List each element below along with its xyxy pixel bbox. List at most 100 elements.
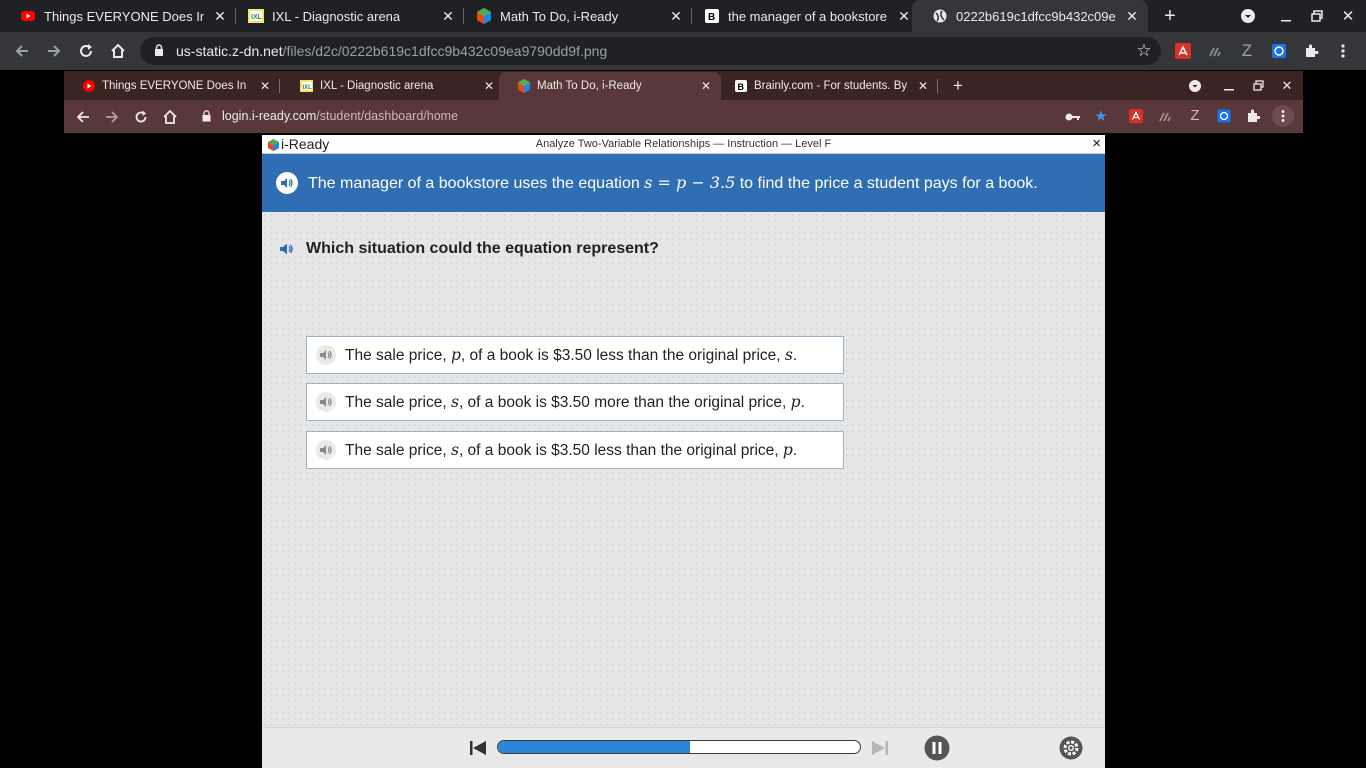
puzzle-icon[interactable]	[1245, 108, 1261, 124]
close-icon[interactable]: ✕	[699, 79, 713, 93]
choice-variable: s	[784, 345, 793, 364]
iready-icon	[476, 8, 492, 24]
outer-tab-iready[interactable]: Math To Do, i-Ready ✕	[456, 0, 692, 32]
tab-search-icon[interactable]	[1187, 71, 1203, 100]
new-tab-button[interactable]: +	[950, 71, 966, 100]
pdf-extension-icon[interactable]	[1128, 108, 1144, 124]
tab-title: Math To Do, i-Ready	[500, 8, 619, 24]
tab-separator	[937, 79, 938, 93]
progress-bar[interactable]	[497, 740, 861, 754]
choice-text-c: .	[800, 393, 805, 411]
reload-icon[interactable]	[132, 108, 150, 126]
star-icon[interactable]: ☆	[1134, 41, 1154, 60]
answer-choice-1[interactable]: The sale price, p, of a book is $3.50 le…	[306, 336, 844, 374]
close-icon[interactable]: ✕	[212, 8, 228, 24]
svg-text:IXL: IXL	[251, 14, 263, 21]
tab-title: Things EVERYONE Does In Scho	[102, 80, 250, 92]
ixl-icon: IXL	[248, 8, 264, 24]
address-bar[interactable]: us-static.z-dn.net/files/d2c/0222b619c1d…	[140, 37, 1161, 65]
tab-title: Brainly.com - For students. By st	[754, 80, 908, 92]
restore-icon[interactable]	[1250, 71, 1266, 100]
zotero-icon[interactable]: Z	[1238, 41, 1256, 60]
choice-text-b: , of a book is $3.50 more than the origi…	[458, 393, 791, 411]
home-icon[interactable]	[161, 108, 179, 126]
answer-choice-2[interactable]: The sale price, s, of a book is $3.50 mo…	[306, 383, 844, 421]
embedded-screenshot: Things EVERYONE Does In Scho ✕ IXL IXL -…	[64, 71, 1303, 768]
outer-tab-ixl[interactable]: IXL IXL - Diagnostic arena ✕	[228, 0, 464, 32]
puzzle-icon[interactable]	[1302, 42, 1320, 60]
inner-tab-ixl[interactable]: IXL IXL - Diagnostic arena ✕	[282, 72, 504, 100]
speaker-icon[interactable]	[276, 172, 298, 194]
window-close-icon[interactable]: ✕	[1279, 71, 1295, 100]
pause-icon[interactable]	[924, 735, 950, 761]
close-icon[interactable]: ✕	[258, 79, 272, 93]
svg-text:B: B	[737, 82, 744, 92]
outer-tab-youtube[interactable]: Things EVERYONE Does In Sch ✕	[0, 0, 236, 32]
choice-variable: p	[790, 392, 801, 411]
inner-tab-youtube[interactable]: Things EVERYONE Does In Scho ✕	[64, 72, 280, 100]
close-icon[interactable]: ✕	[1124, 8, 1140, 24]
star-icon[interactable]: ★	[1092, 107, 1110, 125]
outer-toolbar: us-static.z-dn.net/files/d2c/0222b619c1d…	[0, 32, 1366, 70]
screen-capture-icon[interactable]	[1216, 108, 1232, 124]
speaker-icon[interactable]	[316, 345, 336, 365]
choice-text: The sale price, s, of a book is $3.50 le…	[345, 441, 797, 460]
lesson-title: Analyze Two-Variable Relationships — Ins…	[535, 138, 832, 150]
outer-tab-image[interactable]: 0222b619c1dfcc9b432c09ea ✕	[912, 0, 1148, 32]
choice-text-a: The sale price,	[345, 393, 451, 411]
minimize-icon[interactable]	[1221, 71, 1237, 100]
tab-title: Math To Do, i-Ready	[537, 80, 642, 92]
iready-icon	[517, 79, 530, 93]
settings-gear-icon[interactable]	[1058, 735, 1084, 761]
inner-tab-brainly[interactable]: B Brainly.com - For students. By st ✕	[716, 72, 938, 100]
outer-tab-brainly[interactable]: B the manager of a bookstore us ✕	[684, 0, 920, 32]
back-arrow-icon[interactable]	[12, 41, 32, 61]
tab-search-icon[interactable]	[1238, 0, 1258, 32]
restore-icon[interactable]	[1307, 0, 1327, 32]
lock-icon	[200, 109, 212, 123]
choice-text-a: The sale price,	[345, 441, 451, 459]
close-icon[interactable]: ✕	[482, 79, 496, 93]
close-icon[interactable]: ✕	[440, 8, 456, 24]
close-icon[interactable]: ✕	[668, 8, 684, 24]
progress-fill	[498, 741, 690, 753]
menu-kebab-icon[interactable]	[1334, 42, 1352, 60]
close-icon[interactable]: ✕	[916, 79, 930, 93]
speaker-icon[interactable]	[278, 240, 296, 258]
speaker-icon[interactable]	[316, 440, 336, 460]
menu-kebab-icon[interactable]	[1272, 105, 1294, 127]
inner-tab-iready[interactable]: Math To Do, i-Ready ✕	[499, 72, 721, 100]
choice-text-c: .	[792, 441, 798, 459]
extension-icon[interactable]	[1206, 42, 1224, 60]
screen-capture-icon[interactable]	[1270, 42, 1288, 60]
tab-title: the manager of a bookstore us	[728, 8, 888, 24]
back-arrow-icon[interactable]	[74, 108, 92, 126]
url-path: /student/dashboard/home	[316, 109, 459, 123]
answer-choice-3[interactable]: The sale price, s, of a book is $3.50 le…	[306, 431, 844, 469]
speaker-icon[interactable]	[316, 392, 336, 412]
address-bar[interactable]: login.i-ready.com/student/dashboard/home	[222, 109, 458, 123]
minimize-icon[interactable]	[1276, 0, 1296, 32]
choice-text: The sale price, p, of a book is $3.50 le…	[345, 346, 797, 365]
url-host: us-static.z-dn.net	[176, 43, 283, 59]
forward-arrow-icon[interactable]	[103, 108, 121, 126]
pdf-extension-icon[interactable]	[1174, 42, 1192, 60]
extension-icon[interactable]	[1157, 108, 1173, 124]
key-icon[interactable]	[1064, 108, 1082, 126]
choice-text-b: , of a book is $3.50 less than the origi…	[460, 346, 785, 364]
lock-icon	[154, 44, 168, 58]
skip-forward-icon[interactable]	[870, 739, 890, 757]
svg-text:B: B	[708, 12, 715, 23]
prompt-after: to find the price a student pays for a b…	[735, 175, 1038, 192]
skip-back-icon[interactable]	[468, 739, 488, 757]
tab-title: IXL - Diagnostic arena	[272, 8, 401, 24]
close-icon[interactable]: ✕	[896, 8, 912, 24]
forward-arrow-icon[interactable]	[44, 41, 64, 61]
youtube-icon	[20, 8, 36, 24]
reload-icon[interactable]	[76, 41, 96, 61]
close-lesson-button[interactable]: ×	[1092, 135, 1101, 152]
home-icon[interactable]	[108, 41, 128, 61]
window-close-icon[interactable]: ✕	[1338, 0, 1358, 32]
zotero-icon[interactable]: Z	[1187, 107, 1203, 124]
new-tab-button[interactable]: +	[1160, 0, 1180, 32]
